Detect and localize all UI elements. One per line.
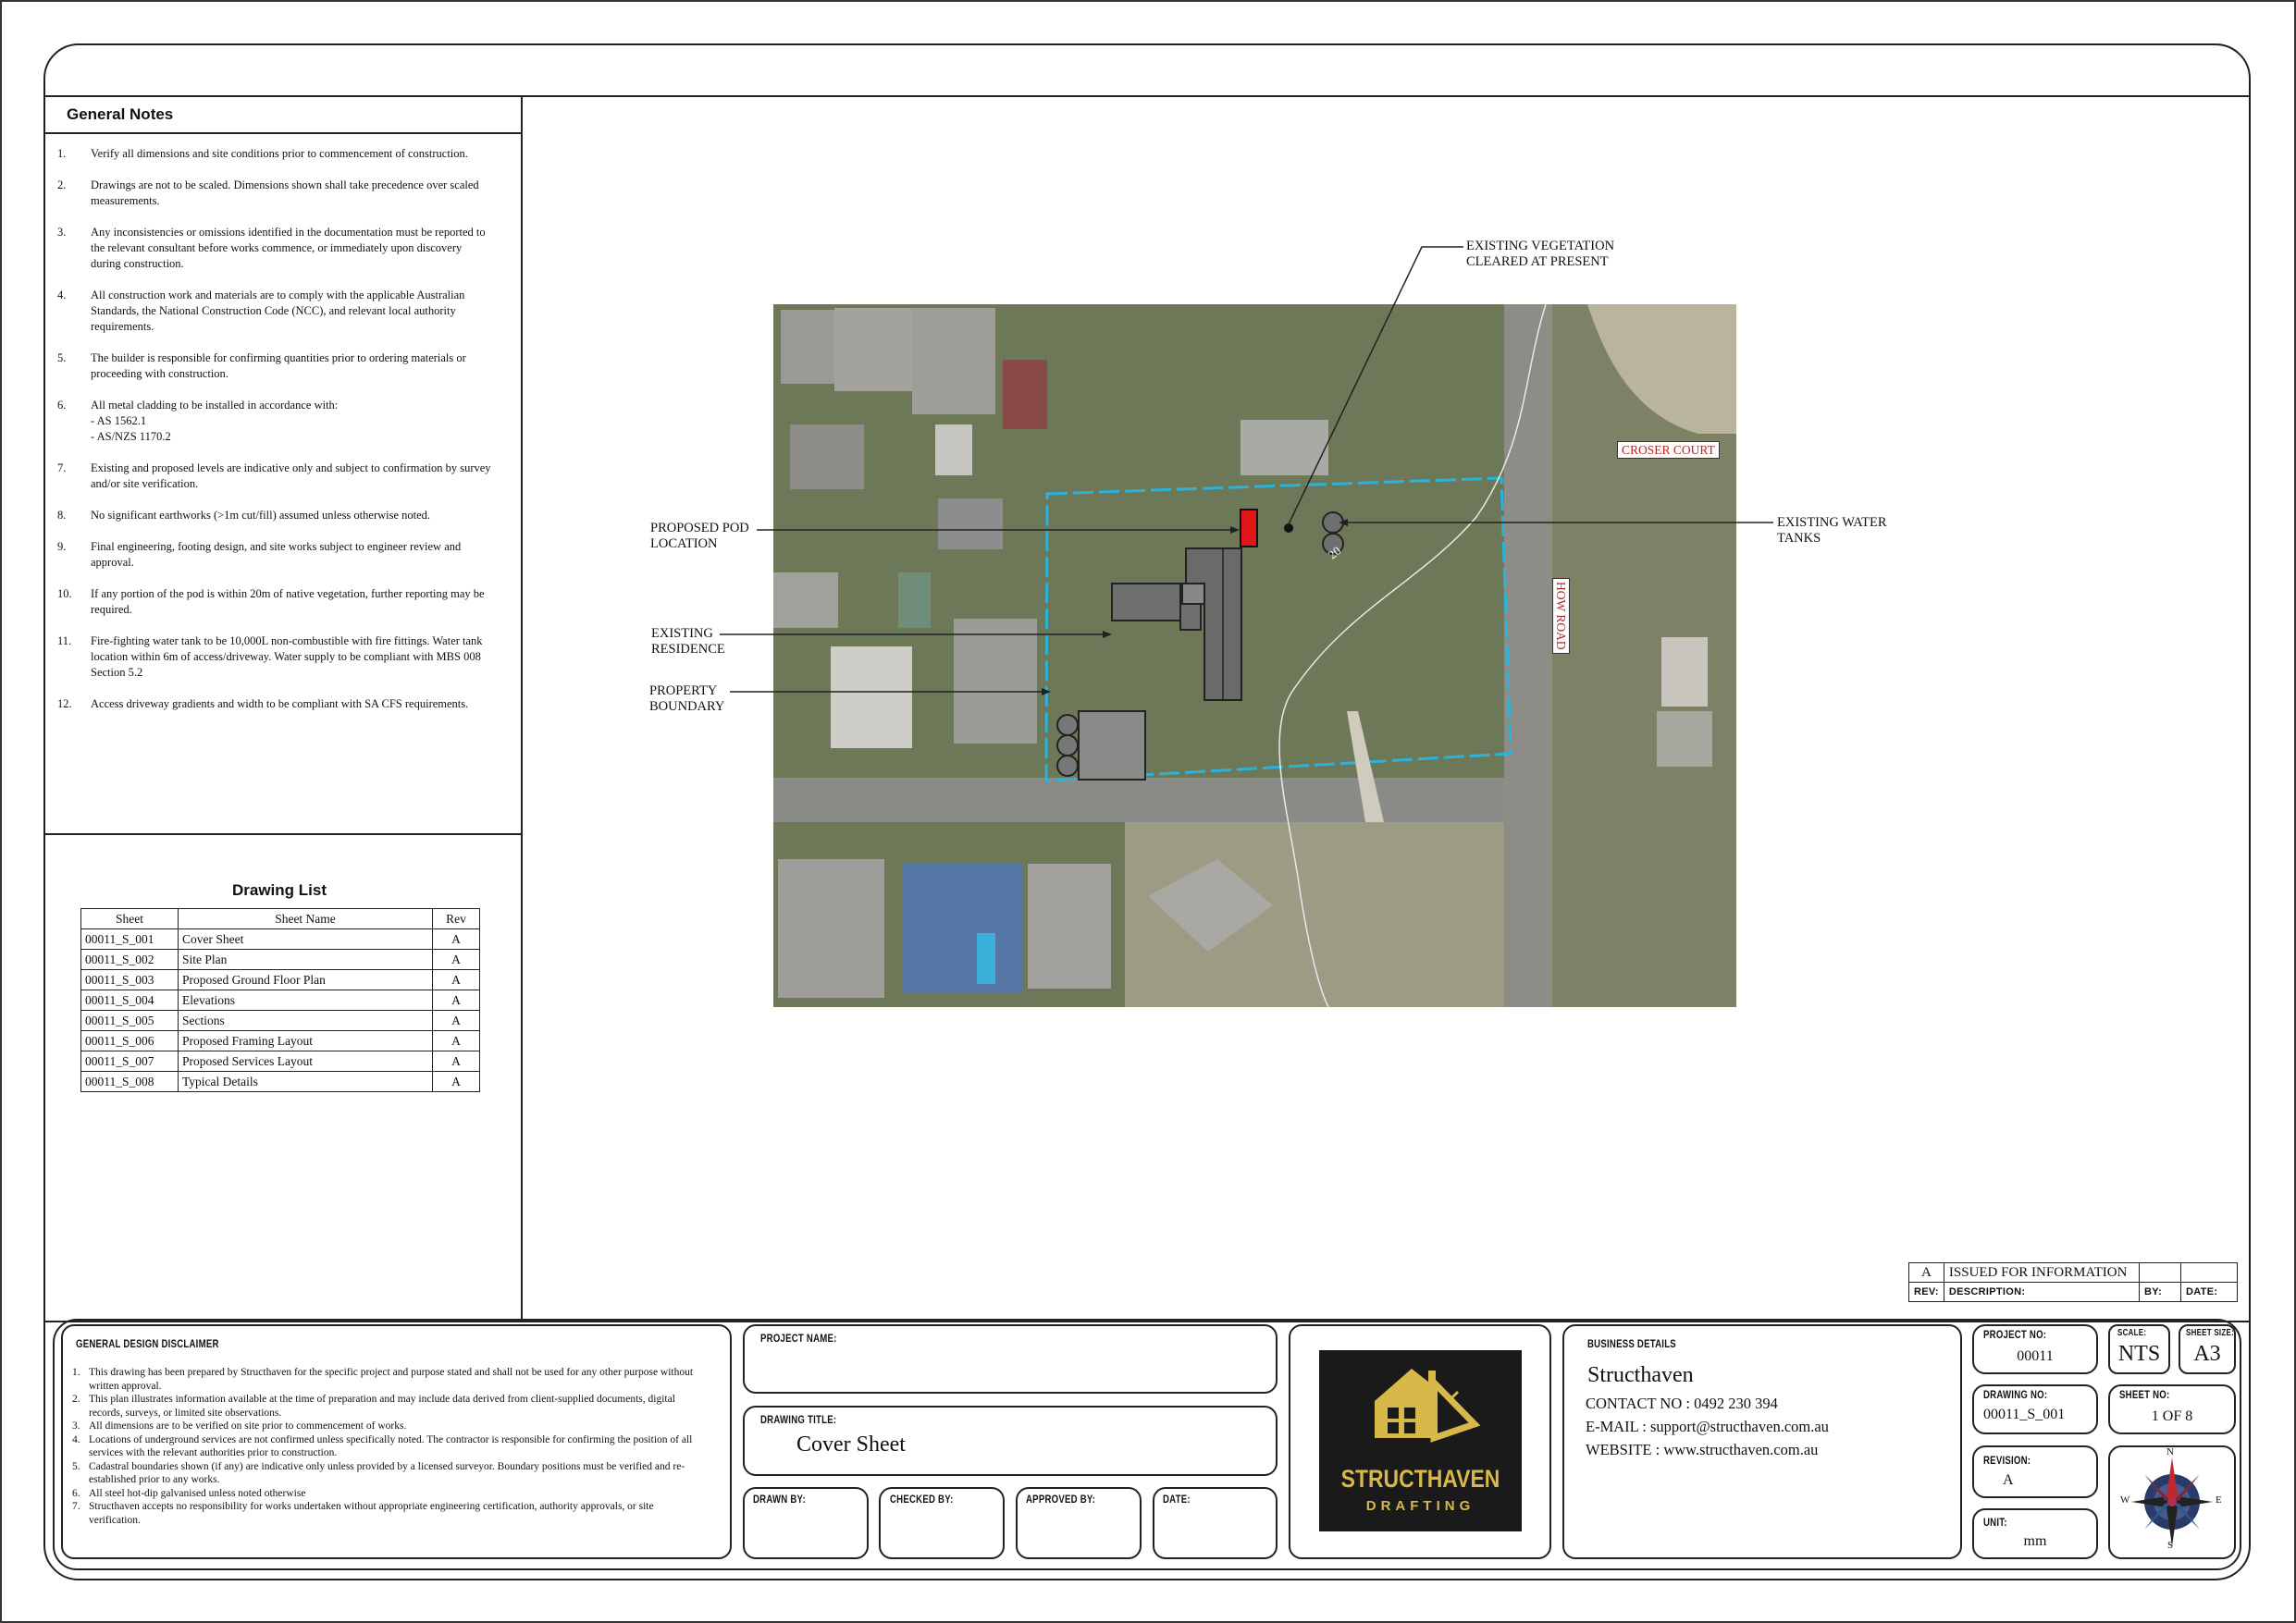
- compass-west-label: W: [2120, 1494, 2130, 1506]
- revision-header-row: REV: DESCRIPTION: BY: DATE:: [1908, 1282, 2238, 1302]
- compass-east-label: E: [2216, 1494, 2222, 1506]
- proposed-pod-label: PROPOSED POD LOCATION: [650, 521, 749, 551]
- sheet-no-value: 1 OF 8: [2151, 1408, 2193, 1424]
- drawing-no-label: DRAWING NO:: [1983, 1388, 2048, 1401]
- disclaimer-item: 2. This plan illustrates information avai…: [72, 1394, 675, 1419]
- business-email: E-MAIL : support@structhaven.com.au: [1586, 1418, 1829, 1435]
- table-row: A ISSUED FOR INFORMATION: [1908, 1262, 2238, 1283]
- disclaimer-title: GENERAL DESIGN DISCLAIMER: [76, 1337, 219, 1350]
- rev-cell: A: [1908, 1262, 1944, 1283]
- compass-south-label: S: [2167, 1540, 2174, 1551]
- property-boundary-label: PROPERTY BOUNDARY: [649, 683, 725, 714]
- project-no-label: PROJECT NO:: [1983, 1328, 2047, 1341]
- scale-value: NTS: [2117, 1342, 2161, 1366]
- scale-label: SCALE:: [2117, 1328, 2147, 1338]
- drawn-by-label: DRAWN BY:: [753, 1493, 806, 1506]
- description-header: DESCRIPTION:: [1943, 1282, 2141, 1302]
- date-header: DATE:: [2180, 1282, 2238, 1302]
- disclaimer-item: 4. Locations of underground services are …: [72, 1433, 693, 1459]
- house-logo-icon: [1375, 1369, 1481, 1443]
- company-logo: STRUCTHAVEN DRAFTING: [1319, 1350, 1522, 1531]
- sheet-no-label: SHEET NO:: [2119, 1388, 2170, 1401]
- revision-value: A: [2003, 1472, 2014, 1488]
- disclaimer-item: 7. Structhaven accepts no responsibility …: [72, 1501, 654, 1526]
- compass-rose-icon: [2131, 1457, 2213, 1546]
- project-name-label: PROJECT NAME:: [760, 1332, 837, 1345]
- unit-label: UNIT:: [1983, 1516, 2007, 1529]
- checked-by-label: CHECKED BY:: [890, 1493, 954, 1506]
- logo-wordmark: STRUCTHAVEN: [1340, 1465, 1500, 1493]
- revision-label: REVISION:: [1983, 1454, 2031, 1467]
- unit-value: mm: [2023, 1533, 2047, 1549]
- business-name: Structhaven: [1587, 1363, 1694, 1387]
- date-label: DATE:: [1163, 1493, 1191, 1506]
- compass-north-label: N: [2166, 1446, 2174, 1457]
- existing-residence-label: EXISTING RESIDENCE: [651, 626, 725, 657]
- project-no-value: 00011: [2017, 1348, 2054, 1364]
- disclaimer-item: 1. This drawing has been prepared by Stru…: [72, 1367, 694, 1392]
- disclaimer-item: 3. All dimensions are to be verified on s…: [72, 1420, 407, 1432]
- existing-vegetation-label: EXISTING VEGETATION CLEARED AT PRESENT: [1466, 239, 1615, 269]
- by-cell: [2139, 1262, 2181, 1283]
- by-header: BY:: [2139, 1282, 2181, 1302]
- logo-subtitle: DRAFTING: [1365, 1498, 1475, 1514]
- existing-water-tanks-label: EXISTING WATER TANKS: [1777, 515, 1887, 546]
- disclaimer-item: 6. All steel hot-dip galvanised unless no…: [72, 1487, 306, 1499]
- disclaimer-item: 5. Cadastral boundaries shown (if any) ar…: [72, 1460, 685, 1486]
- sheet-size-value: A3: [2193, 1342, 2221, 1366]
- drawing-title-label: DRAWING TITLE:: [760, 1413, 837, 1426]
- description-cell: ISSUED FOR INFORMATION: [1943, 1262, 2141, 1283]
- drawing-title-value: Cover Sheet: [796, 1432, 906, 1457]
- business-contact: CONTACT NO : 0492 230 394: [1586, 1395, 1778, 1412]
- rev-header: REV:: [1908, 1282, 1944, 1302]
- disclaimer-list: 1. This drawing has been prepared by Stru…: [72, 1366, 701, 1527]
- drawing-no-value: 00011_S_001: [1983, 1407, 2066, 1422]
- approved-by-label: APPROVED BY:: [1026, 1493, 1096, 1506]
- revision-table: A ISSUED FOR INFORMATION REV: DESCRIPTIO…: [1908, 1262, 2238, 1302]
- business-details-label: BUSINESS DETAILS: [1587, 1337, 1676, 1350]
- sheet-size-label: SHEET SIZE:: [2186, 1328, 2234, 1338]
- business-website: WEBSITE : www.structhaven.com.au: [1586, 1441, 1819, 1458]
- date-cell: [2180, 1262, 2238, 1283]
